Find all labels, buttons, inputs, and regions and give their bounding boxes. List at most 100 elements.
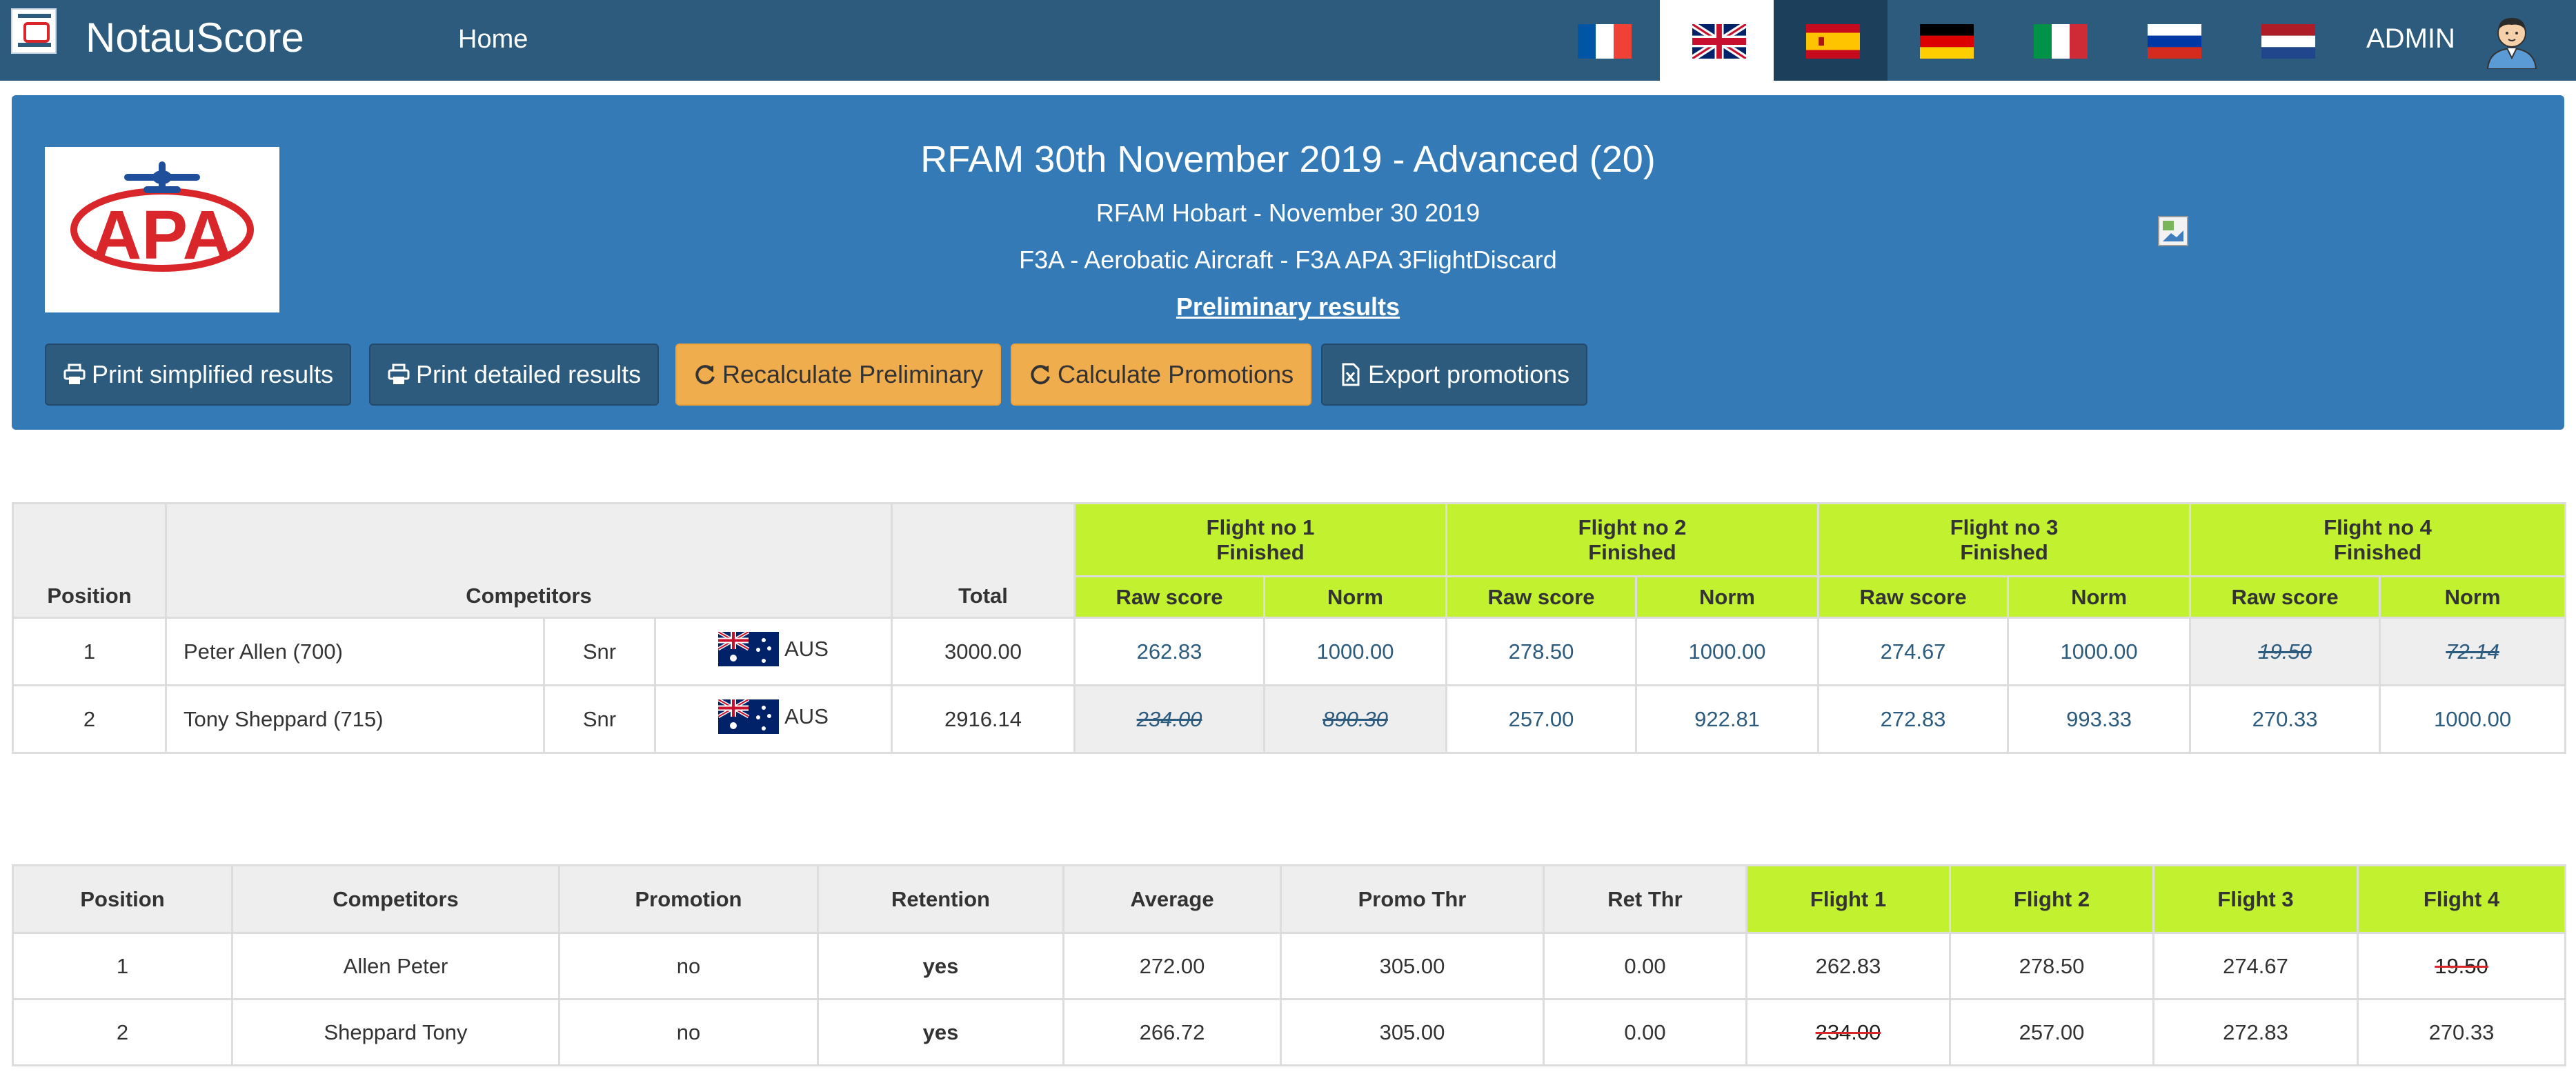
uk-flag-icon (1692, 24, 1746, 59)
retention-threshold: 0.00 (1543, 932, 1747, 1000)
raw-score-cell[interactable]: 270.33 (2189, 684, 2381, 754)
promo-header-flight-4: Flight 4 (2357, 864, 2566, 934)
country-cell: AUS (654, 617, 893, 686)
promo-header-average: Average (1062, 864, 1282, 934)
position-cell: 1 (12, 617, 167, 686)
promo-competitor: Allen Peter (231, 932, 560, 1000)
promo-threshold: 305.00 (1280, 932, 1545, 1000)
admin-menu[interactable]: ADMIN (2366, 21, 2455, 57)
export-promotions-button[interactable]: Export promotions (1321, 344, 1588, 406)
nav-home-link[interactable]: Home (458, 22, 528, 57)
user-avatar-icon[interactable] (2482, 10, 2542, 69)
norm-score-cell[interactable]: 1000.00 (1262, 617, 1448, 686)
table-row: 1 Peter Allen (700) Snr AUS 3000.00 262.… (12, 617, 2567, 686)
raw-score-cell[interactable]: 262.83 (1073, 617, 1265, 686)
promo-average: 266.72 (1062, 998, 1282, 1066)
german-flag-icon (1920, 24, 1974, 59)
top-navbar: NotauScore Home ADMIN (0, 0, 2576, 81)
table-row: 1 Allen Peter no yes 272.00 305.00 0.00 … (12, 932, 2566, 1000)
italian-flag-icon (2034, 24, 2088, 59)
norm-score-cell[interactable]: 1000.00 (2007, 617, 2192, 686)
header-raw-score: Raw score (1817, 575, 2010, 619)
preliminary-results-link[interactable]: Preliminary results (12, 291, 2564, 323)
french-flag-icon (1578, 24, 1632, 59)
promo-header-competitors: Competitors (231, 864, 560, 934)
spanish-flag-icon (1806, 24, 1860, 59)
promo-flight-score: 262.83 (1745, 932, 1951, 1000)
header-raw-score: Raw score (2189, 575, 2381, 619)
header-norm: Norm (1262, 575, 1448, 619)
print-detailed-label: Print detailed results (416, 360, 642, 388)
language-dutch[interactable] (2229, 0, 2343, 81)
promo-retention: yes (817, 998, 1064, 1066)
app-logo[interactable] (11, 8, 57, 54)
event-header-panel: APA RFAM 30th November 2019 - Advanced (… (12, 95, 2564, 430)
dutch-flag-icon (2261, 24, 2315, 59)
promo-position: 1 (12, 932, 233, 1000)
print-simplified-button[interactable]: Print simplified results (45, 344, 352, 406)
event-title: RFAM 30th November 2019 - Advanced (20) (920, 139, 1656, 180)
language-russian[interactable] (2115, 0, 2229, 81)
promo-promotion: no (558, 932, 819, 1000)
country-code: AUS (784, 636, 829, 661)
language-spanish[interactable] (1774, 0, 1888, 81)
russian-flag-icon (2148, 24, 2201, 59)
header-flight-4: Flight no 4 Finished (2189, 502, 2567, 577)
promo-header-flight-3: Flight 3 (2152, 864, 2359, 934)
competitor-name: Tony Sheppard (715) (165, 684, 545, 754)
total-cell: 2916.14 (891, 684, 1076, 754)
discarded-raw-score-cell[interactable]: 234.00 (1073, 684, 1265, 754)
header-position: Position (12, 502, 167, 619)
raw-score-cell[interactable]: 257.00 (1445, 684, 1638, 754)
discarded-norm-score-cell[interactable]: 72.14 (2379, 617, 2567, 686)
recalculate-preliminary-button[interactable]: Recalculate Preliminary (675, 344, 1002, 406)
raw-score-cell[interactable]: 274.67 (1817, 617, 2010, 686)
raw-score-cell[interactable]: 278.50 (1445, 617, 1638, 686)
printer-icon (63, 364, 86, 384)
language-german[interactable] (1888, 0, 2001, 81)
retention-threshold: 0.00 (1543, 998, 1747, 1066)
preliminary-results-link-text[interactable]: Preliminary results (1176, 292, 1400, 321)
norm-score-cell[interactable]: 1000.00 (1635, 617, 1820, 686)
header-norm: Norm (2007, 575, 2192, 619)
language-english[interactable] (1660, 0, 1774, 81)
calculate-promotions-button[interactable]: Calculate Promotions (1011, 344, 1312, 406)
promo-position: 2 (12, 998, 233, 1066)
promo-header-promo-thr: Promo Thr (1280, 864, 1545, 934)
promo-flight-score: 278.50 (1949, 932, 2154, 1000)
competitor-name: Peter Allen (700) (165, 617, 545, 686)
raw-score-cell[interactable]: 272.83 (1817, 684, 2010, 754)
broken-image-icon (2158, 216, 2188, 246)
language-french[interactable] (1545, 0, 1659, 81)
norm-score-cell[interactable]: 922.81 (1635, 684, 1820, 754)
promo-flight-score: 274.67 (2152, 932, 2359, 1000)
promo-header-position: Position (12, 864, 233, 934)
norm-score-cell[interactable]: 1000.00 (2379, 684, 2567, 754)
discarded-raw-score-cell[interactable]: 19.50 (2189, 617, 2381, 686)
promo-promotion: no (558, 998, 819, 1066)
refresh-icon (695, 365, 715, 385)
promo-flight-score: 272.83 (2152, 998, 2359, 1066)
header-competitors: Competitors (165, 502, 893, 619)
category-cell: Snr (543, 684, 656, 754)
header-flight-2: Flight no 2 Finished (1445, 502, 1820, 577)
country-cell: AUS (654, 684, 893, 754)
australia-flag-icon (718, 631, 780, 666)
app-brand[interactable]: NotauScore (86, 14, 304, 62)
calculate-promotions-label: Calculate Promotions (1058, 360, 1294, 388)
country-code: AUS (784, 704, 829, 728)
promo-header-flight-1: Flight 1 (1745, 864, 1951, 934)
header-total: Total (891, 502, 1076, 619)
language-italian[interactable] (2001, 0, 2115, 81)
print-simplified-label: Print simplified results (92, 360, 334, 388)
header-norm: Norm (1635, 575, 1820, 619)
header-flight-1: Flight no 1 Finished (1073, 502, 1448, 577)
category-cell: Snr (543, 617, 656, 686)
header-raw-score: Raw score (1445, 575, 1638, 619)
promo-header-ret-thr: Ret Thr (1543, 864, 1747, 934)
print-detailed-button[interactable]: Print detailed results (369, 344, 660, 406)
header-flight-3: Flight no 3 Finished (1817, 502, 2192, 577)
norm-score-cell[interactable]: 993.33 (2007, 684, 2192, 754)
discarded-norm-score-cell[interactable]: 890.30 (1262, 684, 1448, 754)
promo-average: 272.00 (1062, 932, 1282, 1000)
